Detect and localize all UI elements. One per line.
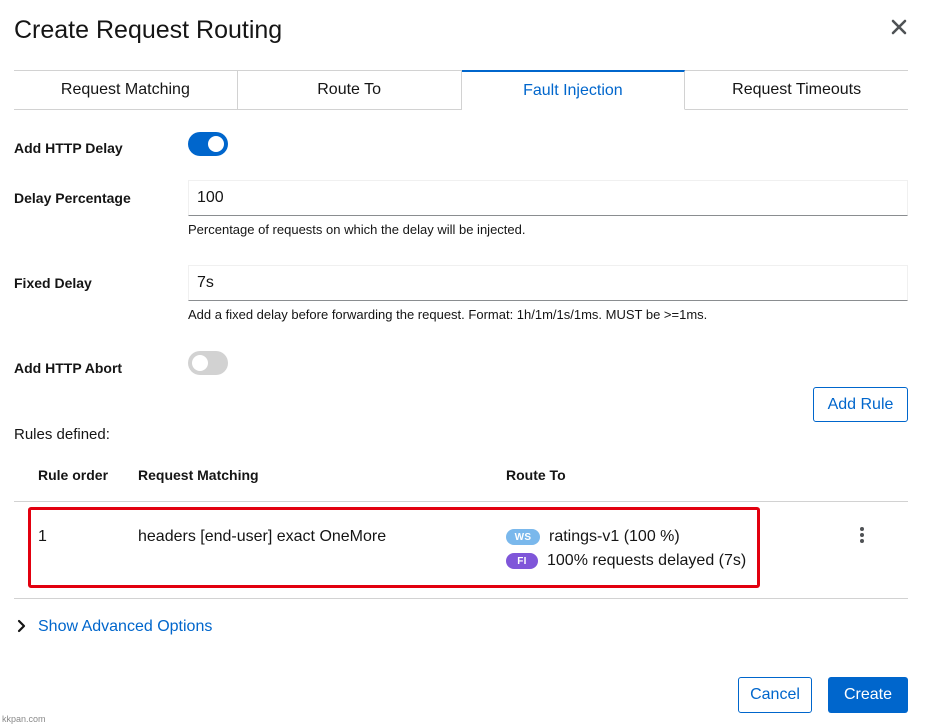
add-http-abort-toggle[interactable] <box>188 351 228 375</box>
close-icon[interactable] <box>890 18 908 36</box>
delay-percentage-label: Delay Percentage <box>14 190 131 206</box>
tab-request-timeouts[interactable]: Request Timeouts <box>685 70 908 110</box>
dialog-title: Create Request Routing <box>14 16 283 44</box>
kebab-icon[interactable] <box>856 526 868 544</box>
column-header-rule-order: Rule order <box>38 467 109 483</box>
rules-defined-heading: Rules defined: <box>14 426 110 443</box>
delay-percentage-input[interactable] <box>188 180 908 216</box>
column-header-route-to: Route To <box>506 467 566 483</box>
create-button[interactable]: Create <box>828 677 908 713</box>
table-row-divider <box>14 598 908 599</box>
delay-percentage-help: Percentage of requests on which the dela… <box>188 222 526 237</box>
fixed-delay-help: Add a fixed delay before forwarding the … <box>188 307 708 322</box>
table-header-divider <box>14 501 908 502</box>
add-http-abort-label: Add HTTP Abort <box>14 360 123 376</box>
site-watermark: kkpan.com <box>2 714 46 724</box>
tab-request-matching[interactable]: Request Matching <box>14 70 238 110</box>
add-http-delay-toggle[interactable] <box>188 132 228 156</box>
fixed-delay-label: Fixed Delay <box>14 275 92 291</box>
fixed-delay-input[interactable] <box>188 265 908 301</box>
red-highlight-box <box>28 507 760 588</box>
add-http-delay-label: Add HTTP Delay <box>14 140 123 156</box>
toggle-knob <box>192 355 208 371</box>
add-rule-button[interactable]: Add Rule <box>813 387 908 422</box>
toggle-knob <box>208 136 224 152</box>
cancel-button[interactable]: Cancel <box>738 677 812 713</box>
show-advanced-options-link[interactable]: Show Advanced Options <box>38 617 212 637</box>
column-header-request-matching: Request Matching <box>138 467 259 483</box>
tab-bar: Request Matching Route To Fault Injectio… <box>14 70 908 110</box>
chevron-right-icon[interactable] <box>16 619 28 633</box>
tab-route-to[interactable]: Route To <box>237 70 462 110</box>
tab-fault-injection[interactable]: Fault Injection <box>461 70 686 110</box>
create-request-routing-dialog: Create Request Routing Request Matching … <box>0 0 933 728</box>
